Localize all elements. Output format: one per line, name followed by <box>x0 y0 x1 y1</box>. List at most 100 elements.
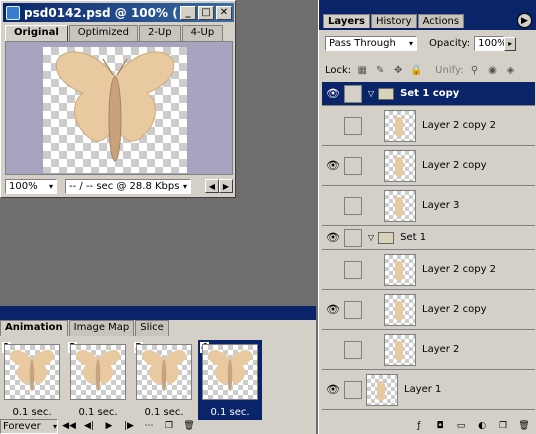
layer-row[interactable]: Layer 2 <box>322 330 535 370</box>
maximize-icon[interactable]: □ <box>198 5 214 20</box>
animation-frame[interactable]: 2 0.1 sec. <box>66 340 130 420</box>
new-set-icon[interactable]: ▭ <box>452 419 470 433</box>
canvas-area[interactable] <box>5 41 233 175</box>
scroll-left-icon[interactable]: ◀ <box>205 179 219 193</box>
tab-2-up[interactable]: 2-Up <box>138 25 181 41</box>
layer-thumbnail <box>384 109 416 142</box>
layer-name: Set 1 <box>400 232 427 243</box>
frame-delay[interactable]: 0.1 sec. <box>0 407 64 418</box>
layer-thumbnail <box>366 373 398 406</box>
lock-transparency-icon[interactable]: ▦ <box>355 64 369 77</box>
link-toggle[interactable] <box>344 380 362 399</box>
unify-position-icon[interactable]: ⚲ <box>468 64 482 77</box>
layer-row[interactable]: 👁 Layer 1 <box>322 370 535 410</box>
lock-paint-icon[interactable]: ✎ <box>373 64 387 77</box>
collapse-triangle-icon[interactable]: ▽ <box>368 89 374 98</box>
download-time-value: -- / -- sec @ 28.8 Kbps <box>69 180 180 192</box>
animation-frame[interactable]: 1 0.1 sec. <box>0 340 64 420</box>
layer-thumbnail <box>384 293 416 326</box>
previous-frame-icon[interactable]: ◀| <box>80 419 98 433</box>
tab-slice[interactable]: Slice <box>135 320 169 336</box>
visibility-eye-icon[interactable]: 👁 <box>324 85 342 103</box>
tab-original[interactable]: Original <box>5 25 68 41</box>
layer-row[interactable]: Layer 2 copy 2 <box>322 250 535 290</box>
layer-row[interactable]: 👁 Layer 2 copy <box>322 146 535 186</box>
visibility-eye-icon[interactable] <box>324 261 342 279</box>
frame-thumbnail <box>202 344 258 400</box>
frame-delay[interactable]: 0.1 sec. <box>66 407 130 418</box>
tab-animation[interactable]: Animation <box>0 320 68 336</box>
chevron-down-icon: ▾ <box>182 181 187 191</box>
butterfly-image <box>55 51 175 162</box>
frame-thumbnail <box>70 344 126 400</box>
layer-set-row[interactable]: 👁 ▽ Set 1 copy <box>322 82 535 106</box>
zoom-field[interactable]: 100% ▾ <box>5 178 57 194</box>
palette-menu-icon[interactable]: ▶ <box>517 13 532 28</box>
layer-row[interactable]: 👁 Layer 2 copy <box>322 290 535 330</box>
animation-frame[interactable]: 3 0.1 sec. <box>132 340 196 420</box>
layers-title-bar[interactable]: Layers History Actions ▶ <box>319 0 536 30</box>
close-icon[interactable]: ✕ <box>216 5 232 20</box>
frame-delay[interactable]: 0.1 sec. <box>132 407 196 418</box>
tab-optimized[interactable]: Optimized <box>68 25 138 41</box>
delete-layer-icon[interactable]: 🗑 <box>515 419 533 433</box>
visibility-eye-icon[interactable]: 👁 <box>324 229 342 247</box>
link-toggle[interactable] <box>344 156 362 175</box>
frame-delay[interactable]: 0.1 sec. <box>198 407 262 418</box>
lock-all-icon[interactable]: 🔒 <box>409 64 423 77</box>
layer-name: Layer 2 copy 2 <box>422 120 497 131</box>
adjustment-layer-icon[interactable]: ◐ <box>473 419 491 433</box>
layer-style-icon[interactable]: ƒ <box>410 419 428 433</box>
link-toggle[interactable] <box>344 340 362 359</box>
visibility-eye-icon[interactable]: 👁 <box>324 301 342 319</box>
animation-title-bar[interactable] <box>0 306 316 320</box>
visibility-eye-icon[interactable] <box>324 197 342 215</box>
tab-history[interactable]: History <box>371 14 417 28</box>
document-window: psd0142.psd @ 100% (Or... _ □ ✕ Original… <box>0 0 236 198</box>
image-canvas[interactable] <box>43 47 187 173</box>
layer-row[interactable]: Layer 3 <box>322 186 535 226</box>
layer-name: Layer 2 copy 2 <box>422 264 497 275</box>
link-toggle[interactable] <box>344 260 362 279</box>
document-title-bar[interactable]: psd0142.psd @ 100% (Or... _ □ ✕ <box>3 3 234 22</box>
play-icon[interactable]: ▶ <box>100 419 118 433</box>
layer-name: Layer 2 copy <box>422 304 487 315</box>
first-frame-icon[interactable]: ◀◀ <box>60 419 78 433</box>
blend-mode-value: Pass Through <box>329 38 396 49</box>
unify-visibility-icon[interactable]: ◉ <box>486 64 500 77</box>
link-toggle[interactable] <box>344 84 362 103</box>
minimize-icon[interactable]: _ <box>180 5 196 20</box>
tab-layers[interactable]: Layers <box>323 14 370 28</box>
duplicate-frame-icon[interactable]: ❐ <box>160 419 178 433</box>
unify-style-icon[interactable]: ◈ <box>504 64 518 77</box>
tab-image-map[interactable]: Image Map <box>68 320 135 336</box>
opacity-input[interactable]: 100% <box>474 36 507 51</box>
layer-set-row[interactable]: 👁 ▽ Set 1 <box>322 226 535 250</box>
download-time-field[interactable]: -- / -- sec @ 28.8 Kbps ▾ <box>65 178 191 194</box>
delete-frame-icon[interactable]: 🗑 <box>180 419 198 433</box>
tab-4-up[interactable]: 4-Up <box>181 25 224 41</box>
link-toggle[interactable] <box>344 300 362 319</box>
opacity-slider-icon[interactable]: ▸ <box>504 36 517 51</box>
link-toggle[interactable] <box>344 228 362 247</box>
link-toggle[interactable] <box>344 116 362 135</box>
tab-actions[interactable]: Actions <box>417 14 465 28</box>
chevron-down-icon: ▾ <box>52 421 57 431</box>
next-frame-icon[interactable]: |▶ <box>120 419 138 433</box>
visibility-eye-icon[interactable]: 👁 <box>324 157 342 175</box>
animation-frame-selected[interactable]: 4 0.1 sec. <box>198 340 262 420</box>
blend-mode-select[interactable]: Pass Through ▾ <box>325 36 417 51</box>
layer-row[interactable]: Layer 2 copy 2 <box>322 106 535 146</box>
mask-icon[interactable]: ◘ <box>431 419 449 433</box>
visibility-eye-icon[interactable] <box>324 341 342 359</box>
loop-select[interactable]: Forever ▾ <box>0 418 58 434</box>
tween-icon[interactable]: ⋯ <box>140 419 158 433</box>
visibility-eye-icon[interactable]: 👁 <box>324 381 342 399</box>
lock-position-icon[interactable]: ✥ <box>391 64 405 77</box>
visibility-eye-icon[interactable] <box>324 117 342 135</box>
scroll-right-icon[interactable]: ▶ <box>219 179 233 193</box>
link-toggle[interactable] <box>344 196 362 215</box>
new-layer-icon[interactable]: ❐ <box>494 419 512 433</box>
collapse-triangle-icon[interactable]: ▽ <box>368 233 374 242</box>
layer-thumbnail <box>384 149 416 182</box>
